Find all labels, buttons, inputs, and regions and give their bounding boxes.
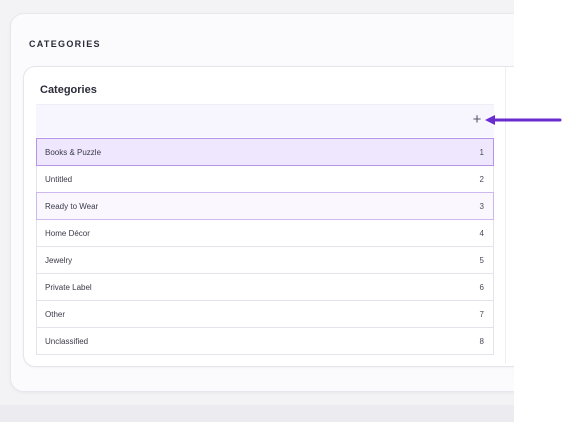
- category-order: 2: [479, 175, 484, 184]
- page-bottom-strip: [0, 405, 514, 422]
- card-divider: [505, 67, 506, 364]
- list-item[interactable]: Home Décor 4: [36, 220, 494, 247]
- arrow-left-icon: [485, 115, 562, 125]
- category-name: Home Décor: [45, 229, 90, 238]
- category-order: 3: [479, 202, 484, 211]
- category-list: Books & Puzzle 1 Untitled 2 Ready to Wea…: [36, 138, 494, 355]
- category-order: 4: [479, 229, 484, 238]
- list-item[interactable]: Private Label 6: [36, 274, 494, 301]
- list-item[interactable]: Jewelry 5: [36, 247, 494, 274]
- list-item[interactable]: Books & Puzzle 1: [36, 138, 494, 166]
- list-toolbar: [36, 104, 494, 137]
- list-item[interactable]: Ready to Wear 3: [36, 192, 494, 220]
- category-name: Jewelry: [45, 256, 73, 265]
- category-order: 6: [479, 283, 484, 292]
- category-name: Untitled: [45, 175, 73, 184]
- list-item[interactable]: Untitled 2: [36, 166, 494, 193]
- right-blank-area: [514, 0, 564, 422]
- category-name: Books & Puzzle: [45, 148, 102, 157]
- category-order: 7: [479, 310, 484, 319]
- category-order: 1: [479, 148, 484, 157]
- category-name: Other: [45, 310, 66, 319]
- section-title: CATEGORIES: [29, 39, 101, 49]
- add-category-button[interactable]: +: [470, 112, 484, 128]
- category-order: 5: [479, 256, 484, 265]
- card-title: Categories: [40, 84, 97, 96]
- list-item[interactable]: Unclassified 8: [36, 328, 494, 355]
- list-item[interactable]: Other 7: [36, 301, 494, 328]
- category-name: Ready to Wear: [45, 202, 99, 211]
- category-order: 8: [479, 337, 484, 346]
- category-name: Private Label: [45, 283, 92, 292]
- category-name: Unclassified: [45, 337, 89, 346]
- plus-icon: +: [472, 111, 482, 128]
